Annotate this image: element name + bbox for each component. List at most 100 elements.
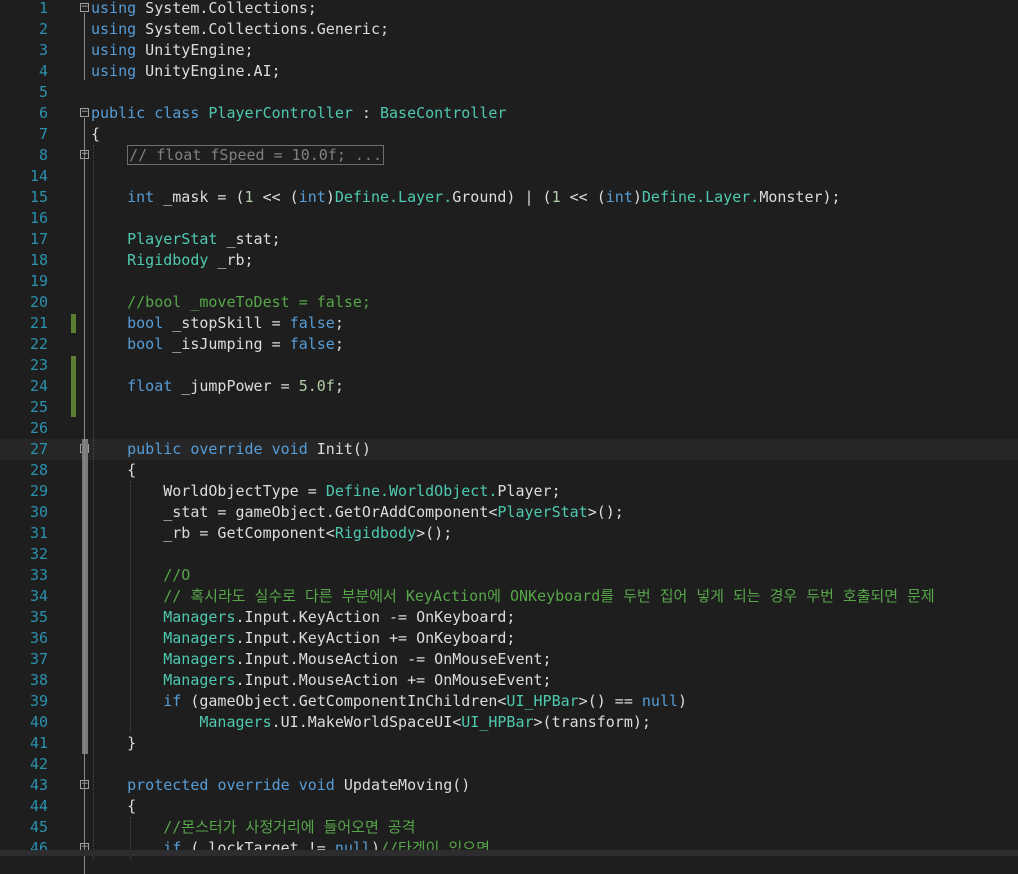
code-line[interactable]: 25 <box>0 397 1018 418</box>
type-token: Rigidbody <box>127 251 209 269</box>
text-token: .Input.MouseAction -= OnMouseEvent; <box>235 650 552 668</box>
code-line[interactable]: 4 using UnityEngine.AI; <box>0 61 1018 82</box>
line-number: 42 <box>29 755 48 773</box>
type-token: Managers <box>163 608 236 626</box>
code-line[interactable]: 35 Managers.Input.KeyAction -= OnKeyboar… <box>0 607 1018 628</box>
line-number: 39 <box>29 692 48 710</box>
line-number: 19 <box>29 272 48 290</box>
code-line[interactable]: 23 <box>0 355 1018 376</box>
line-number: 18 <box>29 251 48 269</box>
text-token: System.Collections; <box>136 0 317 17</box>
type-token: BaseController <box>380 104 507 122</box>
code-line[interactable]: 37 Managers.Input.MouseAction -= OnMouse… <box>0 649 1018 670</box>
code-line[interactable]: 36 Managers.Input.KeyAction += OnKeyboar… <box>0 628 1018 649</box>
code-line[interactable]: 3 using UnityEngine; <box>0 40 1018 61</box>
code-text: _rb = GetComponent<Rigidbody>(); <box>91 523 452 544</box>
code-text: using System.Collections; <box>91 0 317 19</box>
number-token: 1 <box>551 188 561 206</box>
code-editor[interactable]: 1− using System.Collections; 2 using System… <box>0 0 1018 874</box>
type-token: UI_HPBar <box>461 713 534 731</box>
line-number: 14 <box>29 167 48 185</box>
code-line[interactable]: 1 − using System.Collections; <box>0 0 1018 19</box>
code-line[interactable]: 34 // 혹시라도 실수로 다른 부분에서 KeyAction에 ONKeyb… <box>0 586 1018 607</box>
line-number: 40 <box>29 713 48 731</box>
code-line[interactable]: 30 _stat = gameObject.GetOrAddComponent<… <box>0 502 1018 523</box>
code-text: Managers.UI.MakeWorldSpaceUI<UI_HPBar>(t… <box>91 712 651 733</box>
code-line[interactable]: 21 bool _stopSkill = false; <box>0 313 1018 334</box>
code-line[interactable]: 14 <box>0 166 1018 187</box>
code-text: bool _isJumping = false; <box>91 334 344 355</box>
code-line[interactable]: 26 <box>0 418 1018 439</box>
text-token: .Input.KeyAction += OnKeyboard; <box>235 629 516 647</box>
code-line[interactable]: 31 _rb = GetComponent<Rigidbody>(); <box>0 523 1018 544</box>
comment-token: //O <box>163 566 191 584</box>
code-line[interactable]: 19 <box>0 271 1018 292</box>
code-line[interactable]: 22 bool _isJumping = false; <box>0 334 1018 355</box>
code-line[interactable]: 5 <box>0 82 1018 103</box>
number-token: 5.0f <box>298 377 335 395</box>
code-text: using UnityEngine.AI; <box>91 61 281 82</box>
code-line[interactable]: 45 //몬스터가 사정거리에 들어오면 공격 <box>0 817 1018 838</box>
text-token: Init() <box>307 440 371 458</box>
code-line[interactable]: 28 { <box>0 460 1018 481</box>
code-line[interactable]: 7{ <box>0 124 1018 145</box>
code-line[interactable]: 6 − public class PlayerController : BaseCo… <box>0 103 1018 124</box>
comment-token: //몬스터가 사정거리에 들어오면 공격 <box>163 818 416 836</box>
line-number: 23 <box>29 356 48 374</box>
line-number: 35 <box>29 608 48 626</box>
text-token: << ( <box>560 188 606 206</box>
text-token: _stopSkill = <box>163 314 290 332</box>
text-token: << ( <box>253 188 299 206</box>
type-token: Define.Layer. <box>334 188 453 206</box>
code-text: float _jumpPower = 5.0f; <box>91 376 344 397</box>
code-line[interactable]: 38 Managers.Input.MouseAction += OnMouse… <box>0 670 1018 691</box>
code-line[interactable]: 8 + // float fSpeed = 10.0f; ... <box>0 145 1018 166</box>
text-token: _stat; <box>217 230 281 248</box>
line-number: 38 <box>29 671 48 689</box>
keyword-token: protected <box>127 776 209 794</box>
collapse-icon[interactable]: − <box>80 3 89 12</box>
type-token: Define.Layer. <box>641 188 760 206</box>
keyword-token: float <box>127 377 173 395</box>
type-token: PlayerStat <box>127 230 218 248</box>
code-line[interactable]: 41 } <box>0 733 1018 754</box>
code-line[interactable]: 39 if (gameObject.GetComponentInChildren… <box>0 691 1018 712</box>
code-text: // 혹시라도 실수로 다른 부분에서 KeyAction에 ONKeyboar… <box>91 586 934 607</box>
code-line[interactable]: 16 <box>0 208 1018 229</box>
code-line[interactable]: 20 //bool _moveToDest = false; <box>0 292 1018 313</box>
line-number: 3 <box>38 41 48 59</box>
type-token: Managers <box>163 671 236 689</box>
keyword-token: using <box>91 41 137 59</box>
code-line[interactable]: 44 { <box>0 796 1018 817</box>
collapsed-region[interactable]: // float fSpeed = 10.0f; ... <box>127 145 384 165</box>
line-number: 36 <box>29 629 48 647</box>
code-text: Rigidbody _rb; <box>91 250 253 271</box>
code-line[interactable]: 42 <box>0 754 1018 775</box>
line-number: 33 <box>29 566 48 584</box>
text-token: ) <box>678 692 688 710</box>
keyword-token: public <box>127 440 182 458</box>
keyword-token: override <box>217 776 290 794</box>
code-line[interactable]: 24 float _jumpPower = 5.0f; <box>0 376 1018 397</box>
code-line[interactable]: 17 PlayerStat _stat; <box>0 229 1018 250</box>
code-line[interactable]: 2 using System.Collections.Generic; <box>0 19 1018 40</box>
code-line[interactable]: 29 WorldObjectType = Define.WorldObject.… <box>0 481 1018 502</box>
code-line[interactable]: 27− public override void Init() <box>0 439 1018 460</box>
code-line[interactable]: 15 int _mask = (1 << (int)Define.Layer.G… <box>0 187 1018 208</box>
code-line[interactable]: 40 Managers.UI.MakeWorldSpaceUI<UI_HPBar… <box>0 712 1018 733</box>
code-text: if (gameObject.GetComponentInChildren<UI… <box>91 691 687 712</box>
code-line[interactable]: 43− protected override void UpdateMoving… <box>0 775 1018 796</box>
collapse-icon[interactable]: − <box>80 108 89 117</box>
text-token: Ground) | ( <box>452 188 552 206</box>
code-line[interactable]: 18 Rigidbody _rb; <box>0 250 1018 271</box>
code-text: using UnityEngine; <box>91 40 254 61</box>
code-line[interactable]: 33 //O <box>0 565 1018 586</box>
code-text: WorldObjectType = Define.WorldObject.Pla… <box>91 481 560 502</box>
code-line[interactable]: 32 <box>0 544 1018 565</box>
